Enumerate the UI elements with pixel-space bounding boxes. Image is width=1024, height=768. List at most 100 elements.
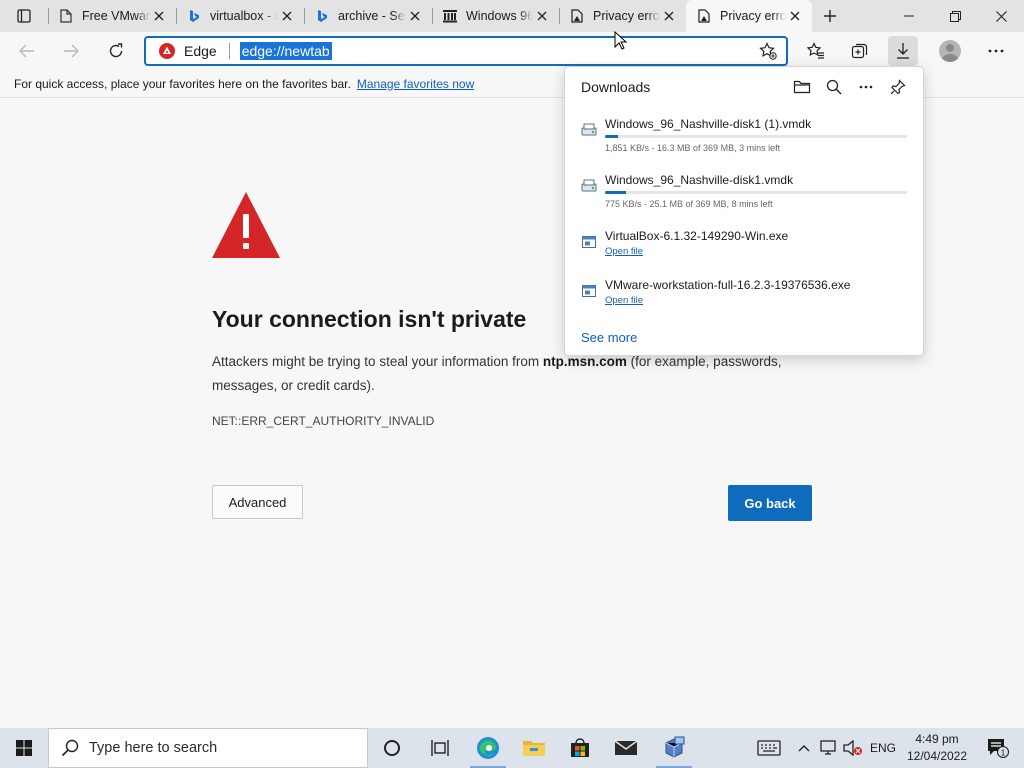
cortana-circle-icon [384, 740, 400, 756]
download-icon [897, 43, 909, 59]
taskbar-store[interactable] [558, 728, 602, 768]
close-tab-icon[interactable] [786, 7, 804, 25]
tab-virtualbox-search[interactable]: virtualbox - Search [176, 0, 304, 32]
document-icon [58, 8, 74, 24]
notification-count: 1 [1001, 748, 1006, 758]
archive-icon [442, 8, 458, 24]
close-tab-icon[interactable] [278, 7, 296, 25]
tab-windows96[interactable]: Windows 96 Nashville [432, 0, 559, 32]
download-progress-fill [605, 135, 619, 138]
volume-button[interactable] [842, 728, 864, 768]
close-tab-icon[interactable] [150, 7, 168, 25]
taskbar-search-box[interactable]: Type here to search [48, 728, 368, 768]
notifications-button[interactable]: 1 [978, 728, 1018, 768]
edge-security-label[interactable]: Edge [184, 43, 217, 59]
exe-file-icon [582, 285, 596, 297]
favorites-bar-hint: For quick access, place your favorites h… [14, 76, 351, 91]
settings-more-button[interactable] [981, 36, 1011, 66]
browser-toolbar: Edge edge://newtab [0, 32, 1024, 70]
refresh-button[interactable] [101, 36, 131, 66]
add-favorite-button[interactable] [758, 41, 778, 61]
error-description-prefix: Attackers might be trying to steal your … [212, 354, 543, 369]
bing-icon [314, 8, 330, 24]
taskbar-edge-app[interactable] [466, 728, 510, 768]
advanced-button[interactable]: Advanced [212, 485, 303, 519]
touch-keyboard-button[interactable] [752, 728, 786, 768]
bing-icon [186, 8, 202, 24]
close-tab-icon[interactable] [406, 7, 424, 25]
download-progress-bar [605, 191, 907, 194]
restore-button[interactable] [932, 0, 978, 32]
clock-time: 4:49 pm [915, 732, 959, 746]
collections-button[interactable] [845, 36, 875, 66]
url-text[interactable]: edge://newtab [239, 42, 332, 60]
arrow-left-icon [19, 44, 34, 58]
favorites-button[interactable] [801, 36, 831, 66]
downloads-title: Downloads [581, 79, 651, 95]
close-window-button[interactable] [978, 0, 1024, 32]
favorites-icon [807, 42, 824, 59]
downloads-button[interactable] [888, 36, 918, 66]
go-back-button[interactable]: Go back [728, 485, 812, 521]
open-downloads-folder-button[interactable] [791, 76, 813, 98]
back-button[interactable] [12, 36, 42, 66]
minimize-button[interactable] [886, 0, 932, 32]
download-filename[interactable]: Windows_96_Nashville-disk1 (1).vmdk [605, 117, 811, 131]
close-tab-icon[interactable] [660, 7, 678, 25]
tab-privacy-error-1[interactable]: Privacy error [559, 0, 686, 32]
disk-file-icon [581, 179, 597, 192]
download-filename[interactable]: VirtualBox-6.1.32-149290-Win.exe [605, 229, 788, 243]
plus-icon [824, 10, 836, 22]
pin-downloads-button[interactable] [887, 76, 909, 98]
download-progress-fill [605, 191, 626, 194]
download-filename[interactable]: Windows_96_Nashville-disk1.vmdk [605, 173, 793, 187]
input-language[interactable]: ENG [868, 728, 898, 768]
download-progress-bar [605, 135, 907, 138]
tab-actions-button[interactable] [8, 6, 40, 26]
taskbar-virtualbox[interactable] [652, 728, 696, 768]
tab-title: Privacy error [720, 9, 786, 23]
error-code: NET::ERR_CERT_AUTHORITY_INVALID [212, 414, 435, 428]
tab-privacy-error-active[interactable]: Privacy error [686, 0, 812, 32]
download-item[interactable]: VMware-workstation-full-16.2.3-19376536.… [579, 278, 909, 314]
network-icon [820, 740, 836, 755]
manage-favorites-link[interactable]: Manage favorites now [357, 77, 474, 91]
download-item[interactable]: VirtualBox-6.1.32-149290-Win.exe Open fi… [579, 229, 909, 265]
tab-archive-search[interactable]: archive - Search [304, 0, 432, 32]
cortana-button[interactable] [370, 728, 414, 768]
collections-icon [851, 43, 868, 59]
forward-button[interactable] [56, 36, 86, 66]
address-bar[interactable]: Edge edge://newtab [144, 36, 788, 66]
edge-app-icon [477, 737, 499, 759]
folder-icon [793, 80, 811, 94]
show-hidden-icons-button[interactable] [794, 728, 814, 768]
restore-icon [949, 10, 961, 22]
download-item[interactable]: Windows_96_Nashville-disk1 (1).vmdk 1,85… [579, 117, 909, 157]
keyboard-icon [757, 740, 781, 756]
download-item[interactable]: Windows_96_Nashville-disk1.vmdk 775 KB/s… [579, 173, 909, 213]
search-downloads-button[interactable] [823, 76, 845, 98]
warning-doc-icon [569, 8, 585, 24]
task-view-button[interactable] [418, 728, 462, 768]
task-view-icon [431, 740, 449, 756]
refresh-icon [109, 43, 123, 58]
new-tab-button[interactable] [818, 5, 842, 27]
open-file-link[interactable]: Open file [605, 295, 643, 306]
taskbar-file-explorer[interactable] [512, 728, 556, 768]
start-button[interactable] [0, 728, 48, 768]
more-dots-icon [859, 85, 873, 89]
downloads-more-button[interactable] [855, 76, 877, 98]
see-more-link[interactable]: See more [581, 330, 637, 345]
taskbar-mail[interactable] [604, 728, 648, 768]
store-bag-icon [571, 738, 589, 757]
notification-icon: 1 [988, 739, 1009, 758]
open-file-link[interactable]: Open file [605, 246, 643, 257]
close-icon [995, 10, 1007, 22]
system-clock[interactable]: 4:49 pm 12/04/2022 [900, 731, 974, 765]
tab-vmware[interactable]: Free VMware Workstation Player [48, 0, 176, 32]
profile-button[interactable] [935, 36, 965, 66]
error-host: ntp.msn.com [542, 354, 627, 369]
network-button[interactable] [818, 728, 840, 768]
close-tab-icon[interactable] [533, 7, 551, 25]
download-filename[interactable]: VMware-workstation-full-16.2.3-19376536.… [605, 278, 850, 292]
